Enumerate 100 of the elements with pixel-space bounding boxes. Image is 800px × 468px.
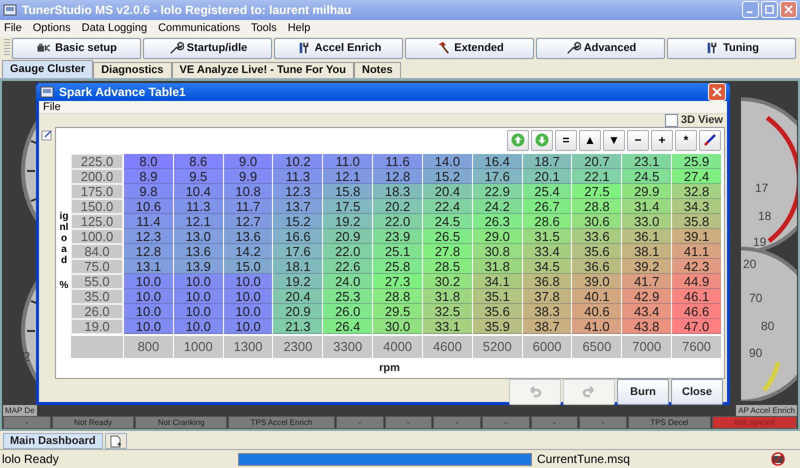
tool-button[interactable]: * bbox=[675, 130, 697, 151]
table-cell[interactable]: 15.0 bbox=[224, 258, 272, 274]
table-cell[interactable]: 10.6 bbox=[124, 198, 173, 214]
checkbox[interactable] bbox=[665, 114, 678, 127]
table-cell[interactable]: 27.5 bbox=[572, 184, 622, 199]
table-cell[interactable]: 33.0 bbox=[622, 214, 672, 229]
table-cell[interactable]: 18.1 bbox=[273, 258, 322, 274]
table-cell[interactable]: 39.0 bbox=[572, 274, 622, 289]
table-cell[interactable]: 39.1 bbox=[672, 228, 721, 244]
table-cell[interactable]: 34.5 bbox=[522, 258, 572, 274]
tool-button[interactable]: = bbox=[555, 130, 577, 151]
table-cell[interactable]: 19.2 bbox=[273, 274, 322, 289]
table-cell[interactable]: 11.0 bbox=[323, 154, 372, 169]
table-cell[interactable]: 43.4 bbox=[622, 304, 672, 319]
table-cell[interactable]: 14.2 bbox=[224, 244, 272, 259]
table-cell[interactable]: 26.3 bbox=[472, 214, 522, 229]
table-cell[interactable]: 28.8 bbox=[572, 198, 622, 214]
table-cell[interactable]: 28.6 bbox=[522, 214, 572, 229]
menu-item[interactable]: Communications bbox=[158, 22, 240, 34]
table-cell[interactable]: 33.1 bbox=[422, 318, 472, 334]
table-cell[interactable]: 21.3 bbox=[273, 318, 322, 334]
table-cell[interactable]: 25.1 bbox=[373, 244, 422, 259]
menu-item[interactable]: Help bbox=[288, 22, 310, 34]
table-cell[interactable]: 32.5 bbox=[422, 304, 472, 319]
table-cell[interactable]: 10.0 bbox=[124, 304, 173, 319]
table-cell[interactable]: 33.6 bbox=[572, 228, 622, 244]
table-cell[interactable]: 35.6 bbox=[572, 244, 622, 259]
table-cell[interactable]: 12.8 bbox=[124, 244, 173, 259]
table-cell[interactable]: 12.1 bbox=[174, 214, 223, 229]
table-cell[interactable]: 44.9 bbox=[672, 274, 721, 289]
table-cell[interactable]: 43.8 bbox=[622, 318, 672, 334]
table-cell[interactable]: 14.0 bbox=[422, 154, 472, 169]
table-cell[interactable]: 17.5 bbox=[323, 198, 372, 214]
table-cell[interactable]: 10.8 bbox=[224, 184, 272, 199]
dialog-button[interactable]: Close bbox=[671, 378, 723, 405]
table-cell[interactable]: 8.0 bbox=[124, 154, 173, 169]
toolbar-button[interactable]: Accel Enrich bbox=[274, 38, 403, 59]
table-cell[interactable]: 10.0 bbox=[174, 304, 223, 319]
table-cell[interactable]: 25.4 bbox=[522, 184, 572, 199]
menu-item[interactable]: Options bbox=[32, 22, 71, 34]
table-cell[interactable]: 13.0 bbox=[174, 228, 223, 244]
table-cell[interactable]: 13.7 bbox=[273, 198, 322, 214]
table-cell[interactable]: 13.9 bbox=[174, 258, 223, 274]
table-cell[interactable]: 46.6 bbox=[672, 304, 721, 319]
menu-item[interactable]: File bbox=[4, 22, 22, 34]
table-cell[interactable]: 27.4 bbox=[672, 168, 721, 184]
table-cell[interactable]: 29.0 bbox=[472, 228, 522, 244]
table-cell[interactable]: 33.4 bbox=[522, 244, 572, 259]
table-cell[interactable]: 24.2 bbox=[472, 198, 522, 214]
table-cell[interactable]: 20.9 bbox=[273, 304, 322, 319]
tab[interactable]: Notes bbox=[354, 62, 401, 78]
table-cell[interactable]: 35.1 bbox=[472, 288, 522, 304]
dialog-button[interactable]: Burn bbox=[617, 378, 669, 405]
table-cell[interactable]: 10.0 bbox=[224, 304, 272, 319]
toolbar-button[interactable]: Basic setup bbox=[12, 38, 141, 59]
table-cell[interactable]: 10.0 bbox=[224, 274, 272, 289]
table-cell[interactable]: 30.2 bbox=[422, 274, 472, 289]
table-cell[interactable]: 22.0 bbox=[373, 214, 422, 229]
table-cell[interactable]: 25.8 bbox=[373, 258, 422, 274]
minimize-button[interactable] bbox=[742, 1, 759, 18]
table-cell[interactable]: 41.7 bbox=[622, 274, 672, 289]
table-cell[interactable]: 9.0 bbox=[224, 154, 272, 169]
table-cell[interactable]: 9.8 bbox=[124, 184, 173, 199]
table-cell[interactable]: 19.2 bbox=[323, 214, 372, 229]
table-cell[interactable]: 10.0 bbox=[174, 288, 223, 304]
table-cell[interactable]: 8.9 bbox=[124, 168, 173, 184]
table-cell[interactable]: 26.5 bbox=[422, 228, 472, 244]
table-cell[interactable]: 26.7 bbox=[522, 198, 572, 214]
table-cell[interactable]: 16.4 bbox=[472, 154, 522, 169]
table-cell[interactable]: 31.5 bbox=[522, 228, 572, 244]
table-cell[interactable]: 24.5 bbox=[422, 214, 472, 229]
table-cell[interactable]: 15.8 bbox=[323, 184, 372, 199]
table-cell[interactable]: 34.3 bbox=[672, 198, 721, 214]
table-cell[interactable]: 20.4 bbox=[273, 288, 322, 304]
table-cell[interactable]: 38.7 bbox=[522, 318, 572, 334]
table-cell[interactable]: 22.4 bbox=[422, 198, 472, 214]
table-cell[interactable]: 23.9 bbox=[373, 228, 422, 244]
tool-button[interactable]: ▲ bbox=[579, 130, 601, 151]
tab[interactable]: Diagnostics bbox=[93, 62, 172, 78]
table-cell[interactable]: 36.8 bbox=[522, 274, 572, 289]
table-cell[interactable]: 11.3 bbox=[174, 198, 223, 214]
tool-button[interactable] bbox=[699, 130, 721, 151]
tool-button[interactable]: ▼ bbox=[603, 130, 625, 151]
table-cell[interactable]: 30.8 bbox=[472, 244, 522, 259]
table-cell[interactable]: 20.7 bbox=[572, 154, 622, 169]
table-cell[interactable]: 42.9 bbox=[622, 288, 672, 304]
table-cell[interactable]: 34.1 bbox=[472, 274, 522, 289]
table-cell[interactable]: 10.0 bbox=[224, 318, 272, 334]
table-cell[interactable]: 36.6 bbox=[572, 258, 622, 274]
new-tab-button[interactable] bbox=[104, 433, 127, 450]
table-cell[interactable]: 29.5 bbox=[373, 304, 422, 319]
table-cell[interactable]: 12.3 bbox=[124, 228, 173, 244]
table-cell[interactable]: 41.1 bbox=[672, 244, 721, 259]
table-cell[interactable]: 20.2 bbox=[373, 198, 422, 214]
tab[interactable]: Gauge Cluster bbox=[2, 60, 94, 78]
table-cell[interactable]: 25.3 bbox=[323, 288, 372, 304]
maximize-button[interactable] bbox=[761, 1, 778, 18]
table-cell[interactable]: 12.1 bbox=[323, 168, 372, 184]
tab[interactable]: VE Analyze Live! - Tune For You bbox=[172, 62, 354, 78]
table-cell[interactable]: 10.4 bbox=[174, 184, 223, 199]
